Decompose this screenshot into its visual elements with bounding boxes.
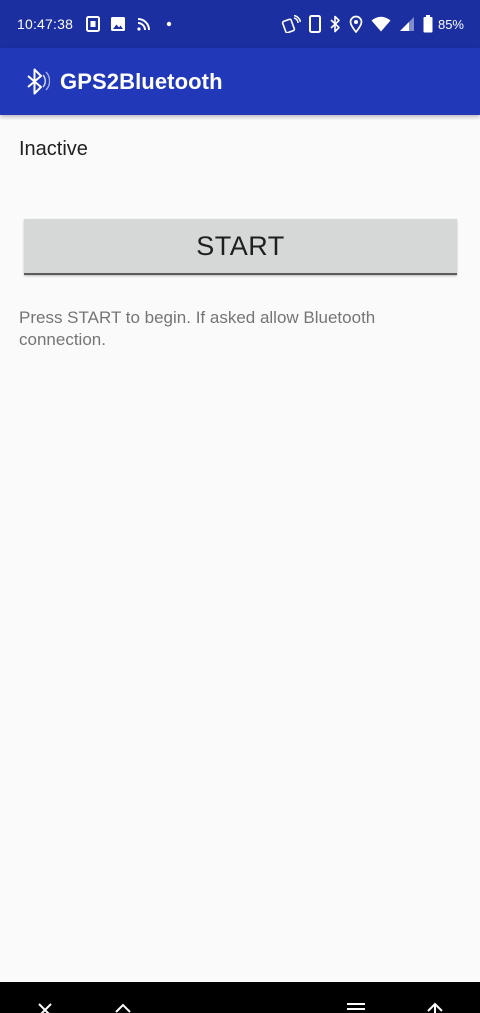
instruction-text: Press START to begin. If asked allow Blu… (19, 308, 376, 349)
signal-icon (399, 16, 415, 32)
bluetooth-icon (329, 15, 341, 33)
cast-icon (136, 16, 152, 32)
navigation-bar (0, 982, 480, 1013)
wifi-icon (371, 16, 391, 32)
app-bar: GPS2Bluetooth (0, 48, 480, 115)
sim-card-icon (86, 16, 101, 32)
start-button[interactable]: START (24, 219, 457, 275)
expand-icon[interactable] (114, 1002, 132, 1013)
bluetooth-icon (24, 65, 50, 99)
up-arrow-icon[interactable] (426, 1002, 444, 1013)
battery-icon (423, 15, 433, 33)
menu-icon[interactable] (346, 1002, 366, 1013)
dot-icon (162, 17, 176, 31)
status-time: 10:47:38 (17, 16, 74, 32)
service-status-text: Inactive (19, 138, 88, 160)
status-system-icons: 85% (281, 15, 464, 33)
status-bar: 10:47:38 85% (0, 0, 480, 48)
phone-icon (308, 15, 321, 33)
app-title: GPS2Bluetooth (60, 68, 223, 94)
nfc-icon (281, 15, 301, 33)
collapse-icon[interactable] (37, 1002, 53, 1013)
status-notification-icons (86, 16, 176, 32)
battery-percentage: 85% (437, 16, 464, 32)
image-icon (110, 16, 126, 32)
location-icon (349, 15, 363, 33)
